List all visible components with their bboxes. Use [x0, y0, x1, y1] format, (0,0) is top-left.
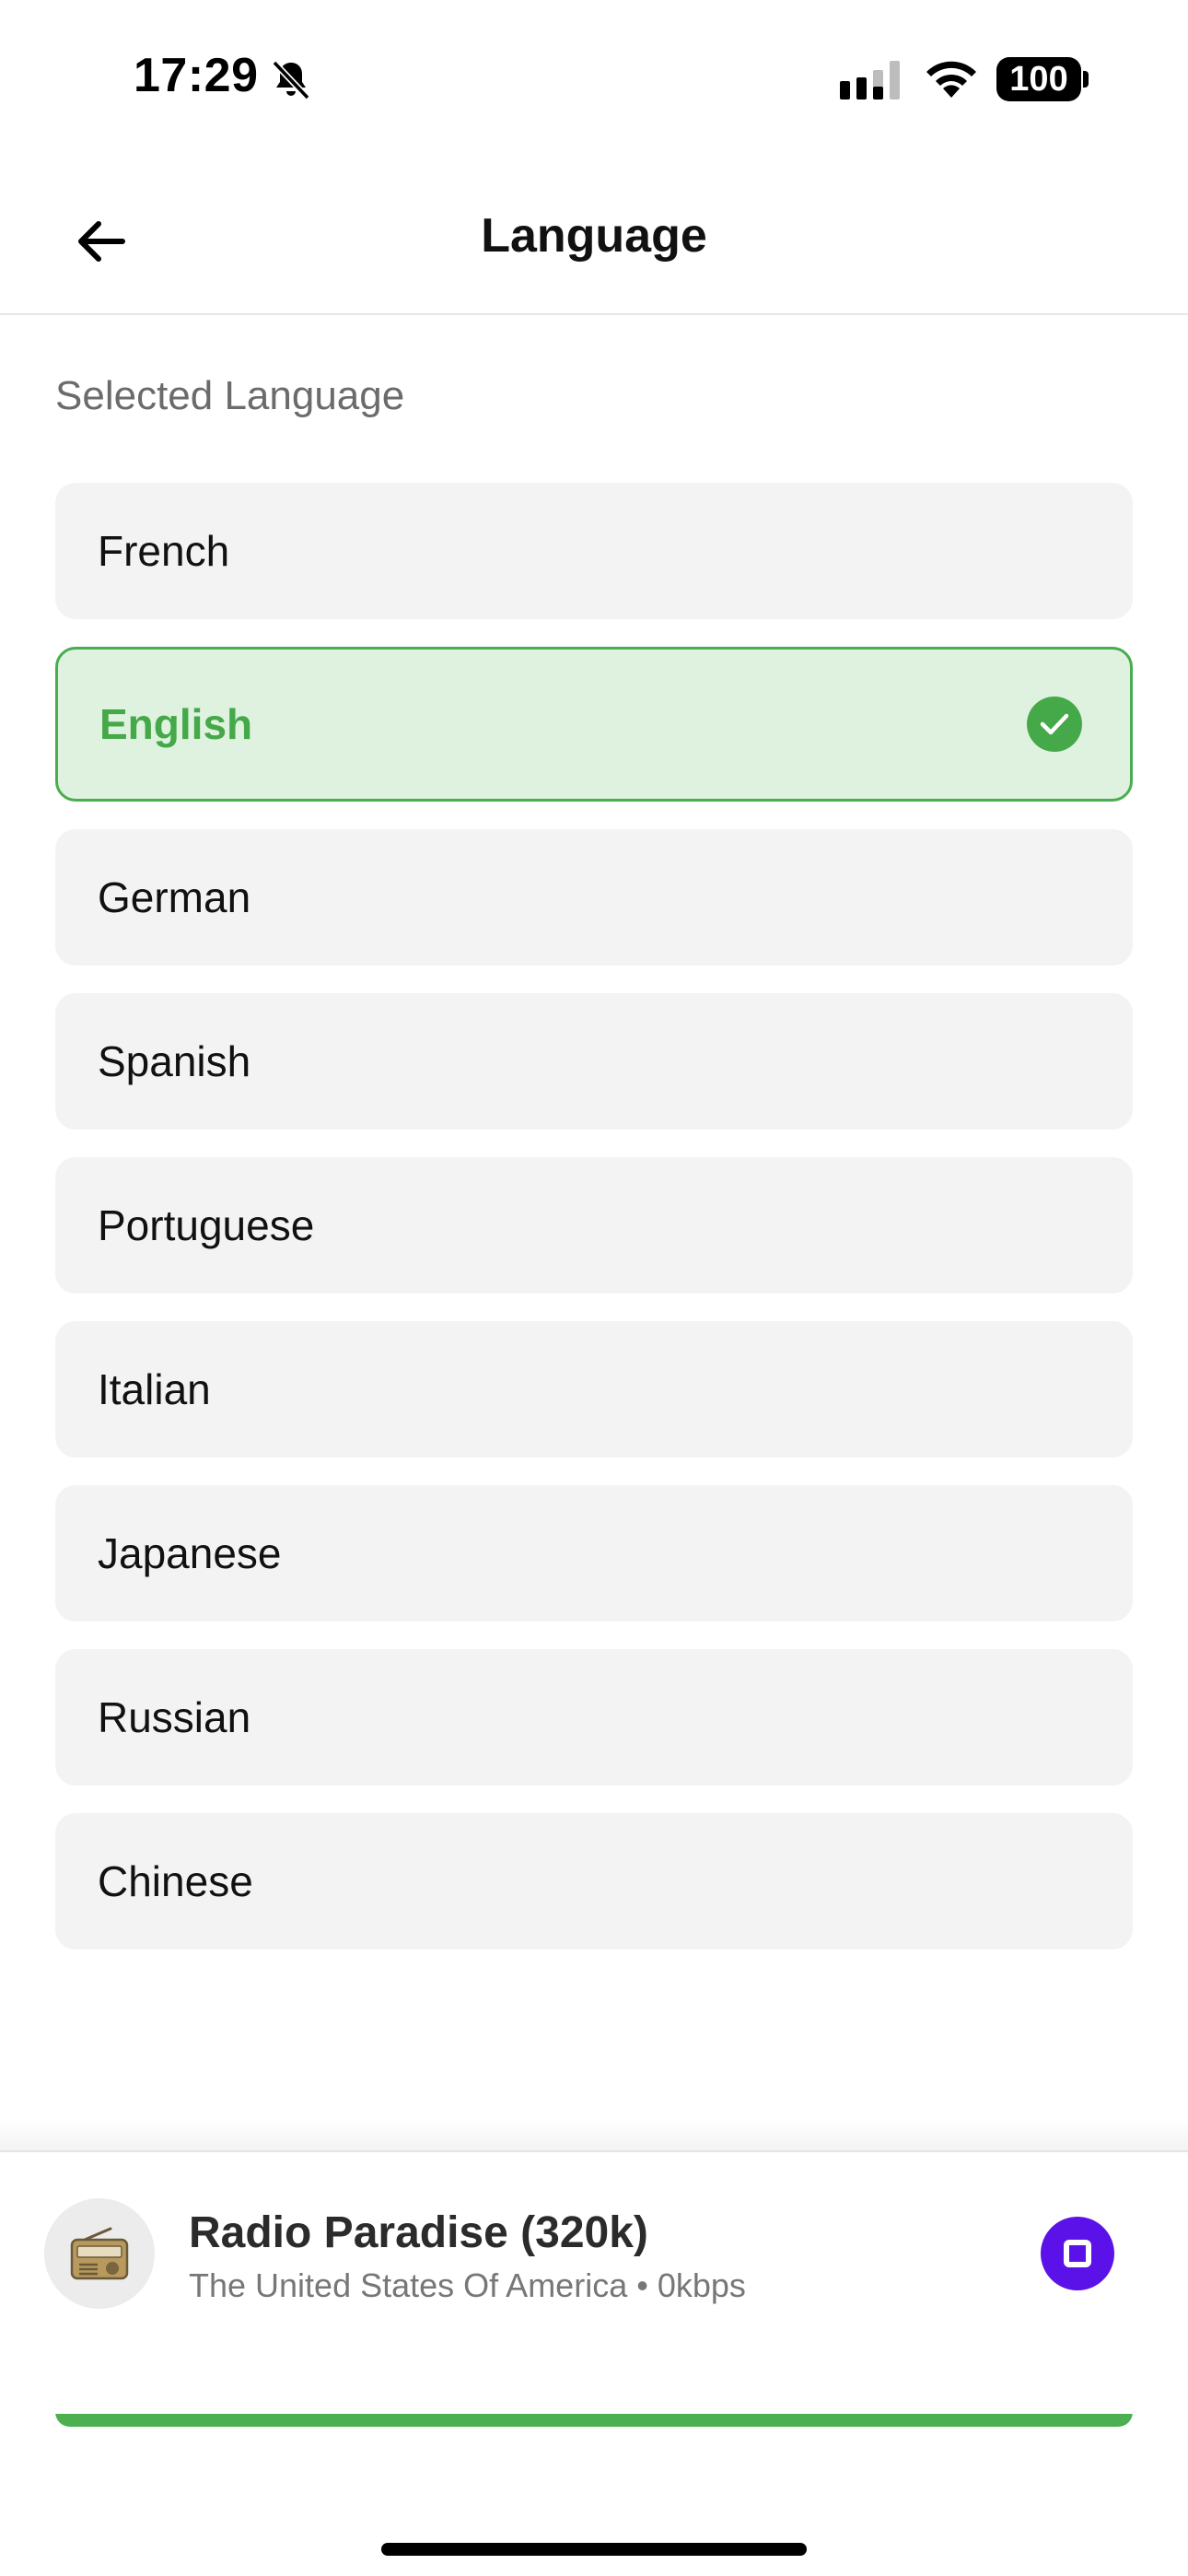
language-item-chinese[interactable]: Chinese [55, 1813, 1133, 1950]
language-item-spanish[interactable]: Spanish [55, 993, 1133, 1130]
status-time: 17:29 [134, 49, 259, 102]
language-label: Portuguese [98, 1201, 315, 1249]
arrow-left-icon [78, 221, 125, 262]
language-label: Chinese [98, 1857, 253, 1905]
language-label: Italian [98, 1365, 211, 1413]
section-label: Selected Language [55, 373, 405, 418]
language-label: Japanese [98, 1529, 282, 1577]
language-screen: 17:29 100 Language Selected Language Fre… [0, 0, 1188, 2576]
check-circle-icon [1027, 697, 1082, 752]
language-item-portuguese[interactable]: Portuguese [55, 1157, 1133, 1294]
status-bar: 17:29 100 [0, 0, 1188, 157]
language-item-english[interactable]: English [55, 647, 1133, 802]
language-label: German [98, 873, 251, 921]
language-label: French [98, 527, 230, 575]
back-button[interactable] [64, 205, 138, 278]
battery-icon: 100 [996, 57, 1081, 101]
station-avatar [44, 2198, 155, 2309]
battery-tip [1083, 71, 1089, 88]
language-item-french[interactable]: French [55, 483, 1133, 619]
language-item-italian[interactable]: Italian [55, 1321, 1133, 1458]
radio-icon [70, 2227, 129, 2280]
wifi-icon [926, 61, 976, 98]
language-label: Russian [98, 1693, 251, 1741]
stop-icon [1064, 2240, 1091, 2267]
mini-player[interactable]: Radio Paradise (320k) The United States … [0, 2150, 1188, 2414]
language-label: Spanish [98, 1037, 251, 1085]
station-name: Radio Paradise (320k) [189, 2208, 648, 2257]
bottom-action-button[interactable] [55, 2412, 1133, 2427]
station-meta: The United States Of America • 0kbps [189, 2266, 746, 2304]
language-item-german[interactable]: German [55, 829, 1133, 966]
stop-button[interactable] [1041, 2217, 1114, 2290]
home-indicator[interactable] [381, 2543, 807, 2556]
page-title: Language [481, 209, 707, 263]
language-item-russian[interactable]: Russian [55, 1649, 1133, 1786]
language-item-japanese[interactable]: Japanese [55, 1485, 1133, 1622]
player-shadow [0, 2119, 1188, 2152]
language-list: French English German Spanish Portuguese… [55, 483, 1133, 1977]
bell-slash-icon [272, 60, 310, 100]
language-label: English [99, 700, 253, 748]
header: Language [0, 157, 1188, 315]
signal-icon [840, 61, 900, 100]
